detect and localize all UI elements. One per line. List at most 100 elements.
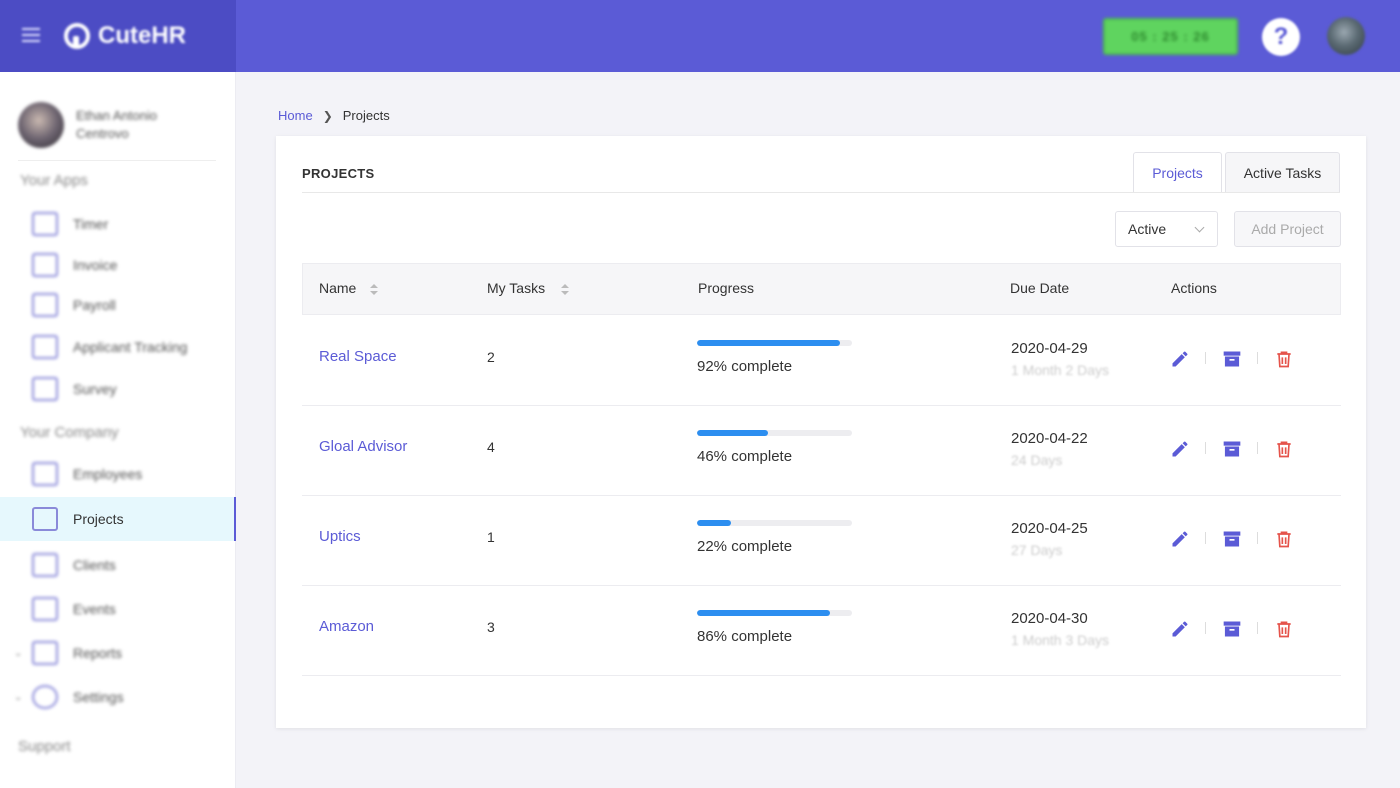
sidebar-item-employees[interactable]: Employees [0, 452, 236, 496]
sidebar-item-settings[interactable]: ⌄ Settings [0, 675, 236, 719]
edit-icon[interactable] [1170, 439, 1190, 459]
delete-icon[interactable] [1274, 439, 1294, 459]
breadcrumb: Home ❯ Projects [278, 108, 390, 123]
top-bar: CuteHR 05 : 25 : 26 ? [0, 0, 1400, 72]
sidebar-item-label: Settings [73, 689, 124, 705]
table-row: Amazon 3 86% complete 2020-04-30 1 Month 3 D… [302, 586, 1341, 676]
progress-bar-fill [697, 430, 769, 436]
delete-icon[interactable] [1274, 529, 1294, 549]
page-title: PROJECTS [302, 166, 375, 181]
chevron-down-icon [1194, 222, 1205, 233]
divider [1257, 532, 1258, 544]
project-name-link[interactable]: Gloal Advisor [319, 438, 407, 455]
sidebar-item-projects[interactable]: Projects [0, 497, 236, 541]
due-relative: 1 Month 3 Days [1011, 632, 1110, 648]
sidebar-item-applicant-tracking[interactable]: Applicant Tracking [0, 325, 236, 369]
progress-label: 92% complete [697, 358, 793, 375]
sidebar-item-survey[interactable]: Survey [0, 367, 236, 411]
projects-card: PROJECTS Projects Active Tasks Active Ad… [276, 136, 1366, 728]
progress-bar-fill [697, 610, 831, 616]
table-row: Real Space 2 92% complete 2020-04-29 1 Month… [302, 316, 1341, 406]
sidebar-item-invoice[interactable]: Invoice [0, 243, 236, 287]
payroll-icon [32, 293, 58, 317]
sidebar: Ethan Antonio Centrovo Your Apps Timer I… [0, 72, 236, 788]
user-profile[interactable]: Ethan Antonio Centrovo [18, 102, 186, 148]
project-name-link[interactable]: Uptics [319, 528, 361, 545]
timer-icon [32, 212, 58, 236]
sidebar-item-events[interactable]: Events [0, 587, 236, 631]
employees-icon [32, 462, 58, 486]
edit-icon[interactable] [1170, 529, 1190, 549]
sidebar-item-reports[interactable]: ⌄ Reports [0, 631, 236, 675]
archive-icon[interactable] [1222, 619, 1242, 639]
timer-button[interactable]: 05 : 25 : 26 [1103, 18, 1238, 55]
progress-bar-fill [697, 340, 840, 346]
sidebar-item-label: Payroll [73, 297, 116, 313]
sidebar-item-label: Events [73, 601, 116, 617]
section-your-apps: Your Apps [20, 172, 88, 189]
divider [1257, 442, 1258, 454]
logo-icon [64, 23, 90, 49]
edit-icon[interactable] [1170, 619, 1190, 639]
app-logo[interactable]: CuteHR [64, 22, 186, 50]
divider [1205, 352, 1206, 364]
app-name: CuteHR [98, 22, 186, 49]
sidebar-item-label: Reports [73, 645, 123, 661]
profile-name: Ethan Antonio Centrovo [76, 108, 157, 141]
sidebar-item-label: Clients [73, 557, 116, 573]
column-my-tasks[interactable]: My Tasks [487, 280, 545, 296]
divider [1257, 352, 1258, 364]
menu-icon[interactable] [22, 28, 40, 44]
status-filter-value: Active [1128, 221, 1167, 237]
user-avatar[interactable] [1327, 17, 1365, 55]
column-progress: Progress [698, 280, 755, 296]
divider [302, 192, 1340, 193]
events-icon [32, 597, 58, 621]
sidebar-item-label: Timer [73, 216, 109, 232]
divider [1257, 622, 1258, 634]
column-due-date: Due Date [1010, 280, 1070, 296]
column-name[interactable]: Name [319, 280, 356, 296]
project-name-link[interactable]: Real Space [319, 348, 397, 365]
sort-icon[interactable] [561, 284, 569, 296]
sidebar-item-support[interactable]: Support [18, 738, 71, 755]
sort-icon[interactable] [370, 284, 378, 296]
breadcrumb-home[interactable]: Home [278, 108, 313, 123]
reports-icon [32, 641, 58, 665]
due-date: 2020-04-30 [1011, 610, 1088, 627]
sidebar-item-payroll[interactable]: Payroll [0, 283, 236, 327]
task-count: 3 [487, 619, 495, 635]
project-name-link[interactable]: Amazon [319, 618, 374, 635]
archive-icon[interactable] [1222, 529, 1242, 549]
status-filter-select[interactable]: Active [1115, 211, 1218, 247]
table-row: Uptics 1 22% complete 2020-04-25 27 Days [302, 496, 1341, 586]
progress-label: 86% complete [697, 628, 793, 645]
divider [18, 160, 216, 161]
clients-icon [32, 553, 58, 577]
chevron-right-icon: ❯ [322, 108, 333, 123]
survey-icon [32, 377, 58, 401]
tab-projects[interactable]: Projects [1133, 152, 1222, 193]
add-project-button[interactable]: Add Project [1234, 211, 1341, 247]
brand-area: CuteHR [0, 0, 236, 72]
archive-icon[interactable] [1222, 439, 1242, 459]
delete-icon[interactable] [1274, 349, 1294, 369]
due-relative: 1 Month 2 Days [1011, 362, 1110, 378]
progress-label: 46% complete [697, 448, 793, 465]
divider [1205, 622, 1206, 634]
edit-icon[interactable] [1170, 349, 1190, 369]
sidebar-item-label: Invoice [73, 257, 118, 273]
sidebar-item-timer[interactable]: Timer [0, 202, 236, 246]
progress-bar [697, 520, 852, 526]
projects-icon [32, 507, 58, 531]
archive-icon[interactable] [1222, 349, 1242, 369]
timer-value: 05 : 25 : 26 [1131, 29, 1210, 44]
progress-bar [697, 610, 852, 616]
table-row: Gloal Advisor 4 46% complete 2020-04-22 24 D… [302, 406, 1341, 496]
sidebar-item-clients[interactable]: Clients [0, 543, 236, 587]
profile-avatar [18, 102, 64, 148]
divider [1205, 442, 1206, 454]
help-button[interactable]: ? [1262, 18, 1300, 56]
delete-icon[interactable] [1274, 619, 1294, 639]
tab-active-tasks[interactable]: Active Tasks [1225, 152, 1340, 193]
